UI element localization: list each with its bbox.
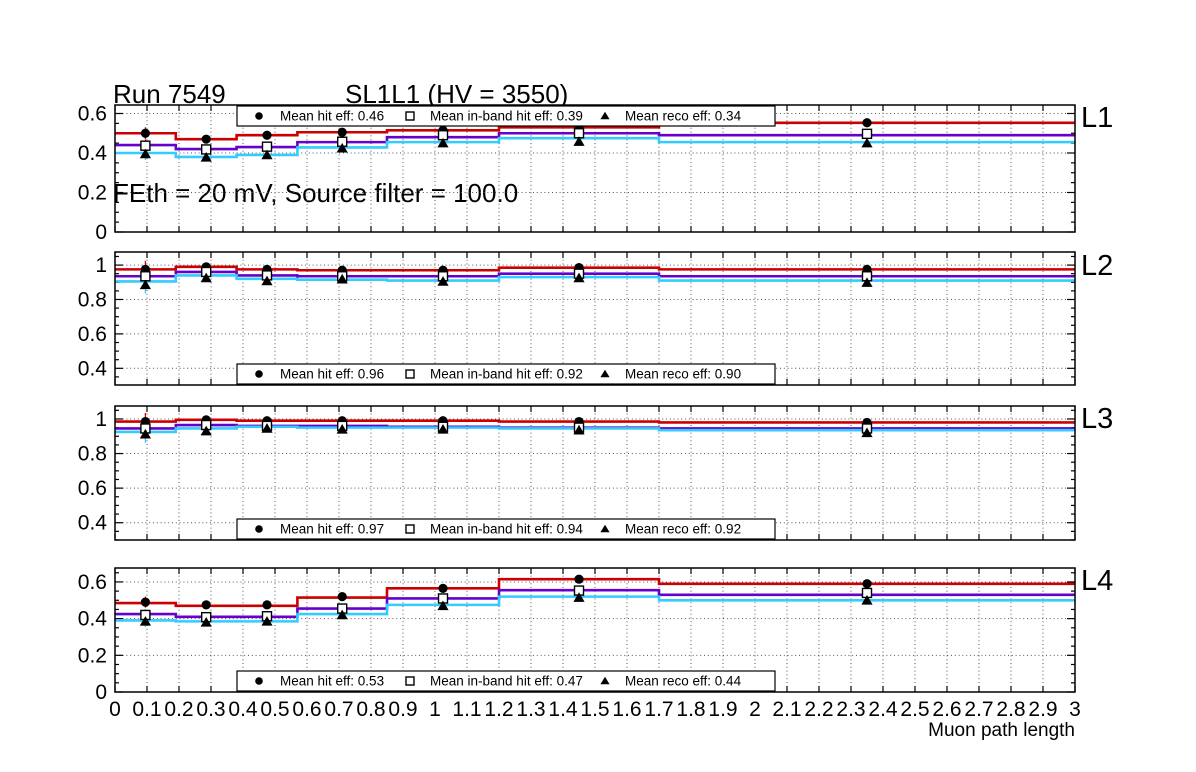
svg-text:2.7: 2.7: [964, 698, 993, 721]
svg-text:2.2: 2.2: [804, 698, 833, 721]
panel-label-l4: L4: [1081, 565, 1113, 598]
svg-text:1.7: 1.7: [644, 698, 673, 721]
y-tick-labels: 0 0.2 0.4 0.6: [78, 102, 108, 244]
legend: Mean hit eff: 0.46 Mean in-band hit eff: …: [237, 106, 775, 126]
svg-text:2.8: 2.8: [996, 698, 1025, 721]
panel-l2: Mean hit eff: 0.96 Mean in-band hit eff: …: [78, 252, 1075, 385]
svg-text:1.8: 1.8: [676, 698, 705, 721]
svg-text:0.6: 0.6: [78, 571, 107, 594]
legend-label-hit-efficiency: Mean hit eff: 0.46: [280, 109, 384, 124]
in-band-hit-efficiency-line: [115, 590, 1075, 617]
svg-text:2.5: 2.5: [900, 698, 929, 721]
svg-text:0.8: 0.8: [78, 288, 107, 311]
svg-text:3: 3: [1069, 698, 1081, 721]
svg-text:0.6: 0.6: [78, 102, 107, 125]
hit-efficiency-line: [115, 267, 1075, 270]
y-tick-labels: 0.4 0.6 0.8 1: [78, 254, 108, 380]
svg-text:0.6: 0.6: [78, 477, 107, 500]
legend-label-hit-efficiency: Mean hit eff: 0.53: [280, 674, 384, 689]
svg-text:1.4: 1.4: [548, 698, 578, 721]
hit-efficiency-line: [115, 579, 1075, 606]
panel-l4: Mean hit eff: 0.53 Mean in-band hit eff: …: [78, 568, 1081, 721]
svg-text:2.4: 2.4: [868, 698, 898, 721]
svg-text:2: 2: [749, 698, 761, 721]
svg-text:1.1: 1.1: [452, 698, 481, 721]
x-axis-title: Muon path length: [928, 720, 1075, 742]
legend: Mean hit eff: 0.53 Mean in-band hit eff: …: [237, 671, 775, 691]
svg-text:0.1: 0.1: [132, 698, 161, 721]
panel-label-l3: L3: [1081, 403, 1113, 436]
legend-label-in-band-hit-efficiency: Mean in-band hit eff: 0.92: [430, 367, 583, 382]
y-tick-labels: 0.4 0.6 0.8 1: [78, 408, 108, 535]
svg-text:0: 0: [95, 221, 107, 244]
legend: Mean hit eff: 0.97 Mean in-band hit eff: …: [237, 519, 775, 539]
svg-text:0.4: 0.4: [78, 142, 108, 165]
svg-text:2.6: 2.6: [932, 698, 961, 721]
svg-text:0.3: 0.3: [196, 698, 225, 721]
legend-label-reco-efficiency: Mean reco eff: 0.90: [625, 367, 741, 382]
panel-l1: Mean hit eff: 0.46 Mean in-band hit eff: …: [78, 102, 1075, 244]
panel-label-l1: L1: [1081, 102, 1113, 135]
svg-text:0.4: 0.4: [78, 512, 108, 535]
svg-text:2.1: 2.1: [772, 698, 801, 721]
svg-text:0: 0: [109, 698, 121, 721]
svg-text:0.5: 0.5: [260, 698, 289, 721]
svg-text:1.6: 1.6: [612, 698, 641, 721]
svg-text:0.2: 0.2: [78, 181, 107, 204]
svg-text:1.3: 1.3: [516, 698, 545, 721]
svg-text:1.5: 1.5: [580, 698, 609, 721]
panel-l3: Mean hit eff: 0.97 Mean in-band hit eff: …: [78, 406, 1075, 540]
svg-text:1.2: 1.2: [484, 698, 513, 721]
svg-text:0.6: 0.6: [78, 323, 107, 346]
svg-text:0.2: 0.2: [164, 698, 193, 721]
root-canvas: Run 7549SL1L1 (HV = 3550) FEth = 20 mV, …: [0, 0, 1196, 772]
x-tick-labels: 00.10.20.30.40.50.60.70.80.911.11.21.31.…: [109, 698, 1081, 721]
svg-text:0.7: 0.7: [324, 698, 353, 721]
svg-text:0.8: 0.8: [356, 698, 385, 721]
efficiency-plot: Mean hit eff: 0.46 Mean in-band hit eff: …: [0, 0, 1196, 772]
svg-text:0.8: 0.8: [78, 443, 107, 466]
legend: Mean hit eff: 0.96 Mean in-band hit eff: …: [237, 364, 775, 384]
svg-text:0.4: 0.4: [78, 608, 108, 631]
legend-label-in-band-hit-efficiency: Mean in-band hit eff: 0.47: [430, 674, 583, 689]
legend-label-reco-efficiency: Mean reco eff: 0.92: [625, 522, 741, 537]
svg-text:0.9: 0.9: [388, 698, 417, 721]
legend-label-in-band-hit-efficiency: Mean in-band hit eff: 0.94: [430, 522, 583, 537]
legend-label-in-band-hit-efficiency: Mean in-band hit eff: 0.39: [430, 109, 583, 124]
svg-text:0.4: 0.4: [228, 698, 258, 721]
panel-label-l2: L2: [1081, 250, 1113, 283]
svg-text:2.3: 2.3: [836, 698, 865, 721]
y-tick-labels: 0 0.2 0.4 0.6: [78, 571, 108, 704]
legend-label-hit-efficiency: Mean hit eff: 0.96: [280, 367, 384, 382]
svg-text:2.9: 2.9: [1028, 698, 1057, 721]
error-bars: [145, 578, 867, 627]
svg-text:0.6: 0.6: [292, 698, 321, 721]
svg-text:0.2: 0.2: [78, 644, 107, 667]
svg-text:0: 0: [95, 681, 107, 704]
svg-text:1: 1: [95, 408, 107, 431]
legend-label-reco-efficiency: Mean reco eff: 0.44: [625, 674, 742, 689]
svg-text:1.9: 1.9: [708, 698, 737, 721]
svg-text:1: 1: [429, 698, 441, 721]
legend-label-hit-efficiency: Mean hit eff: 0.97: [280, 522, 384, 537]
hit-efficiency-line: [115, 420, 1075, 423]
legend-label-reco-efficiency: Mean reco eff: 0.34: [625, 109, 742, 124]
svg-text:1: 1: [95, 254, 107, 277]
svg-text:0.4: 0.4: [78, 357, 108, 380]
